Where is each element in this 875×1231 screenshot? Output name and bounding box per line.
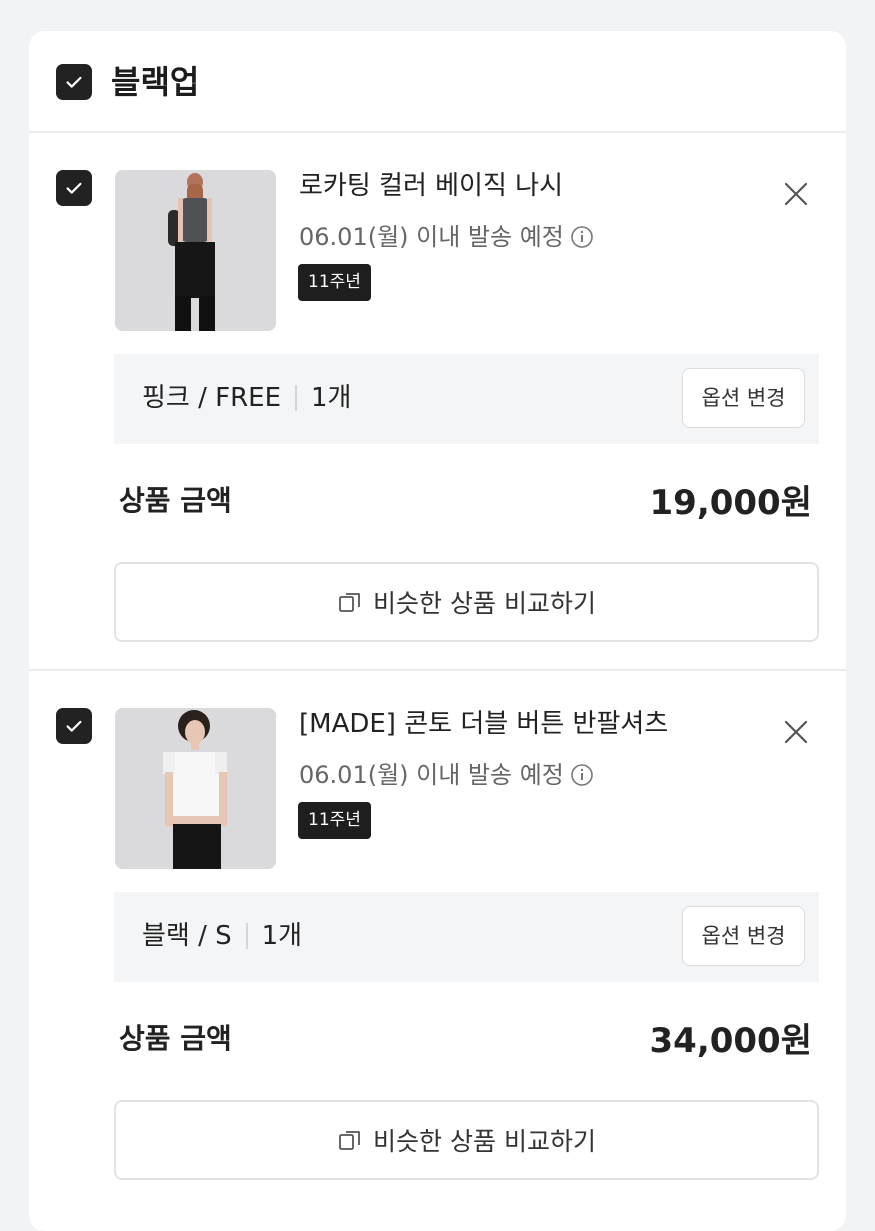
store-header: 블랙업 (29, 31, 846, 133)
compare-icon (339, 593, 360, 612)
item-checkbox[interactable] (56, 708, 92, 744)
compare-similar-button[interactable]: 비슷한 상품 비교하기 (114, 562, 819, 642)
cart-item: 로카팅 컬러 베이직 나시 06.01(월) 이내 발송 예정 11주년 핑크 … (29, 133, 846, 669)
quantity-text: 1개 (311, 383, 352, 413)
anniversary-badge: 11주년 (298, 802, 371, 839)
product-thumbnail[interactable] (115, 708, 276, 869)
product-name[interactable]: 로카팅 컬러 베이직 나시 (299, 169, 563, 203)
option-summary: 핑크 / FREE 1개 (142, 380, 351, 416)
option-divider (295, 385, 298, 411)
option-box: 블랙 / S 1개 옵션 변경 (114, 892, 819, 982)
shipping-estimate: 06.01(월) 이내 발송 예정 (299, 221, 594, 253)
price-label: 상품 금액 (119, 1022, 232, 1055)
info-icon[interactable] (570, 763, 594, 787)
shipping-text: 06.01(월) 이내 발송 예정 (299, 223, 564, 251)
quantity-text: 1개 (261, 921, 303, 951)
anniversary-badge: 11주년 (298, 264, 371, 301)
option-summary: 블랙 / S 1개 (142, 918, 302, 954)
compare-similar-button[interactable]: 비슷한 상품 비교하기 (114, 1100, 819, 1180)
option-divider (245, 923, 248, 949)
option-text: 블랙 / S (142, 921, 232, 951)
shipping-estimate: 06.01(월) 이내 발송 예정 (299, 759, 594, 791)
option-box: 핑크 / FREE 1개 옵션 변경 (114, 354, 819, 444)
store-checkbox[interactable] (56, 64, 92, 100)
product-thumbnail[interactable] (115, 170, 276, 331)
price-label: 상품 금액 (119, 484, 232, 517)
compare-icon (339, 1131, 360, 1150)
check-icon (66, 182, 82, 194)
item-checkbox[interactable] (56, 170, 92, 206)
change-option-button[interactable]: 옵션 변경 (682, 906, 805, 966)
option-text: 핑크 / FREE (142, 383, 282, 413)
compare-label: 비슷한 상품 비교하기 (373, 1127, 596, 1156)
product-name[interactable]: [MADE] 콘토 더블 버튼 반팔셔츠 (299, 707, 668, 741)
check-icon (66, 76, 82, 88)
compare-label: 비슷한 상품 비교하기 (373, 589, 596, 618)
store-name[interactable]: 블랙업 (111, 61, 199, 103)
info-icon[interactable] (570, 225, 594, 249)
product-price: 34,000원 (649, 1021, 812, 1061)
cart-item: [MADE] 콘토 더블 버튼 반팔셔츠 06.01(월) 이내 발송 예정 1… (29, 669, 846, 1207)
close-icon[interactable] (781, 717, 811, 747)
cart-store-card: 블랙업 로카팅 컬러 베이직 나시 06.01(월) 이내 발송 예정 11주년… (29, 31, 846, 1231)
check-icon (66, 720, 82, 732)
shipping-text: 06.01(월) 이내 발송 예정 (299, 761, 564, 789)
close-icon[interactable] (781, 179, 811, 209)
product-price: 19,000원 (649, 483, 812, 523)
change-option-button[interactable]: 옵션 변경 (682, 368, 805, 428)
